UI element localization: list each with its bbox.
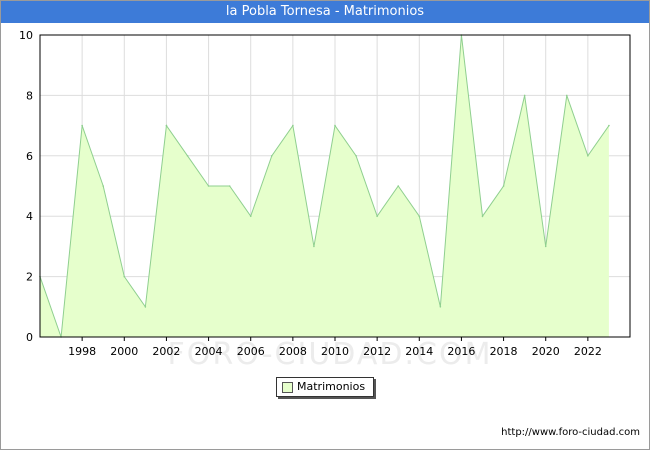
x-tick-label: 2022 <box>574 345 602 358</box>
y-tick-label: 10 <box>19 29 33 42</box>
x-tick-label: 2020 <box>532 345 560 358</box>
data-point <box>81 124 83 127</box>
data-point <box>123 275 126 278</box>
data-point <box>292 124 294 127</box>
data-point <box>544 245 547 248</box>
data-point <box>376 215 378 217</box>
legend-swatch <box>282 382 293 393</box>
data-point <box>144 306 147 308</box>
x-tick-label: 1998 <box>68 345 96 358</box>
y-tick-label: 8 <box>26 89 33 102</box>
y-axis-ticks: 0 2 4 6 8 10 <box>19 29 33 344</box>
data-point <box>102 185 105 187</box>
data-point <box>207 185 210 187</box>
x-tick-label: 2012 <box>363 345 391 358</box>
x-tick-label: 2016 <box>447 345 475 358</box>
data-point <box>313 245 315 248</box>
x-tick-label: 2002 <box>152 345 180 358</box>
data-point <box>481 215 484 217</box>
data-point <box>334 124 336 127</box>
data-point <box>270 155 273 157</box>
y-tick-label: 6 <box>26 150 33 163</box>
legend-label: Matrimonios <box>297 380 366 393</box>
data-point <box>355 155 357 157</box>
x-axis-ticks: 1998 2000 2002 2004 2006 2008 2010 2012 2014 2016… <box>68 337 602 358</box>
x-tick-label: 2000 <box>110 345 138 358</box>
data-point <box>565 94 568 97</box>
x-tick-label: 2014 <box>405 345 433 358</box>
x-tick-label: 2008 <box>279 345 307 358</box>
data-point <box>523 94 526 97</box>
data-point <box>228 185 231 187</box>
y-tick-label: 0 <box>26 331 33 344</box>
data-point <box>587 155 589 157</box>
data-point <box>502 185 505 187</box>
legend: Matrimonios <box>276 377 374 397</box>
x-tick-label: 2018 <box>490 345 518 358</box>
source-url: http://www.foro-ciudad.com <box>501 427 640 438</box>
x-tick-label: 2006 <box>237 345 265 358</box>
data-point <box>608 124 610 127</box>
x-tick-label: 2010 <box>321 345 349 358</box>
data-point <box>165 124 168 127</box>
y-tick-label: 2 <box>26 271 33 284</box>
data-point <box>186 155 189 157</box>
y-tick-label: 4 <box>26 210 33 223</box>
data-point <box>439 306 442 308</box>
x-tick-label: 2004 <box>195 345 223 358</box>
data-point <box>418 215 421 217</box>
data-point <box>397 185 400 187</box>
data-point <box>249 215 252 217</box>
